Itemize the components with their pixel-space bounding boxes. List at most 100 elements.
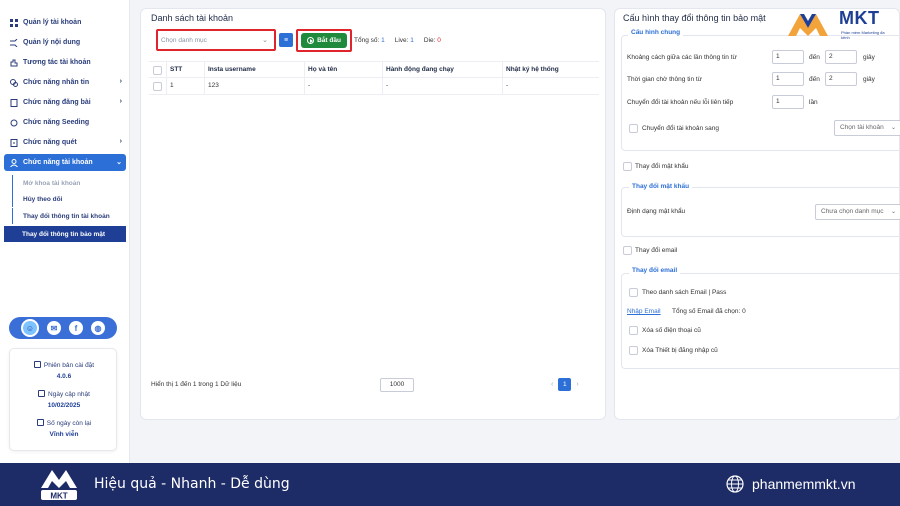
chevron-down-icon: ⌄ [116, 159, 122, 166]
version-value: 4.0.6 [56, 373, 72, 380]
sidebar-item-account-functions[interactable]: Chức năng tài khoản ⌄ [4, 154, 126, 171]
to-label: đến [809, 54, 820, 61]
sidebar-item-label: Chức năng nhân tin [23, 79, 90, 86]
social-links: ☺ ✉ f ◍ [9, 317, 117, 339]
switch-account-dropdown[interactable]: Chọn tài khoản ⌄ [834, 120, 900, 136]
select-all-checkbox[interactable] [153, 66, 162, 75]
unit-seconds: giây [863, 76, 875, 83]
support-icon[interactable]: ☺ [21, 319, 39, 337]
email-group-label: Thay đổi email [629, 267, 681, 274]
stat-live-value: 1 [410, 37, 414, 44]
sidebar-item-interaction[interactable]: Tương tác tài khoản [4, 54, 126, 71]
row-checkbox[interactable] [153, 82, 162, 91]
category-select[interactable]: Chọn danh mục ⌄ [156, 29, 276, 51]
page-size-select[interactable]: 1000 [380, 378, 414, 392]
stat-die-label: Die: [423, 37, 436, 44]
sidebar-item-posting[interactable]: Chức năng đăng bài › [4, 94, 126, 111]
play-icon [307, 37, 315, 44]
sidebar-item-label: Tương tác tài khoản [23, 59, 91, 66]
chevron-down-icon: ⌄ [890, 209, 896, 215]
wait-from-input[interactable]: 1 [772, 72, 804, 86]
switch-count-input[interactable]: 1 [772, 95, 804, 109]
hourglass-icon [36, 419, 44, 426]
sidebar-item-label: Chức năng đăng bài [23, 99, 91, 106]
table-cell: - [308, 82, 311, 89]
sub-item-change-security-info[interactable]: Thay đổi thông tin bảo mật [4, 226, 126, 242]
facebook-icon[interactable]: f [69, 321, 83, 335]
start-button-label: Bắt đầu [317, 37, 341, 44]
app-info-card: Phiên bản cài đặt 4.0.6 Ngày cập nhật 10… [9, 348, 117, 451]
chevron-right-icon: › [119, 138, 122, 145]
start-button[interactable]: Bắt đầu [301, 33, 347, 48]
filter-icon: ≡ [283, 36, 289, 44]
general-config-label: Cấu hình chung [628, 29, 684, 36]
sidebar-item-account-management[interactable]: Quản lý tài khoản [4, 14, 126, 31]
account-table: STT Insta username Họ và tên Hành động đ… [149, 61, 599, 95]
unit-times: lần [809, 99, 818, 106]
chevron-down-icon: ⌄ [890, 125, 896, 131]
sidebar-item-content-management[interactable]: Quản lý nội dung [4, 34, 126, 51]
remove-phone-label: Xóa số điện thoại cũ [642, 327, 701, 334]
to-label: đến [809, 76, 820, 83]
sub-item-unlock-account[interactable]: Mở khoa tài khoản [12, 175, 126, 191]
remove-device-label: Xóa Thiết bị đăng nhập cũ [642, 347, 718, 354]
sub-item-change-account-info[interactable]: Thay đổi thông tin tài khoản [12, 208, 126, 224]
globe-icon[interactable]: ◍ [91, 321, 105, 335]
chevron-down-icon: ⌄ [262, 37, 268, 44]
update-label: Ngày cập nhật [48, 391, 90, 398]
banner-slogan: Hiệu quả - Nhanh - Dễ dùng [94, 476, 290, 492]
sidebar-item-label: Chức năng quét [23, 139, 77, 146]
delay-from-input[interactable]: 1 [772, 50, 804, 64]
pagination: ‹ 1 › [551, 378, 579, 391]
wait-label: Thời gian chờ thông tin từ [627, 76, 703, 83]
column-header: STT [170, 66, 183, 73]
delay-to-input[interactable]: 2 [825, 50, 857, 64]
sidebar-item-scan[interactable]: Chức năng quét › [4, 134, 126, 151]
change-email-checkbox[interactable] [623, 246, 632, 255]
email-list-checkbox[interactable] [629, 288, 638, 297]
sub-item-label: Thay đổi thông tin bảo mật [22, 230, 106, 238]
stat-live-label: Live: [394, 37, 409, 44]
banner-logo-text: MKT [50, 492, 67, 501]
current-page-button[interactable]: 1 [558, 378, 572, 391]
install-icon [33, 361, 41, 368]
column-header: Họ và tên [308, 66, 338, 73]
document-icon [9, 98, 18, 107]
sidebar-item-seeding[interactable]: Chức năng Seeding [4, 114, 126, 131]
chevron-right-icon: › [119, 98, 122, 105]
sidebar-item-messaging[interactable]: Chức năng nhân tin › [4, 74, 126, 91]
remove-device-checkbox[interactable] [629, 346, 638, 355]
next-page-icon[interactable]: › [576, 381, 578, 388]
version-label-row: Phiên bản cài đặt [10, 361, 118, 369]
password-format-dropdown[interactable]: Chưa chọn danh mục ⌄ [815, 204, 900, 220]
sub-item-unfollow[interactable]: Hủy theo dõi [12, 191, 126, 207]
change-password-label: Thay đổi mật khẩu [635, 163, 689, 170]
password-format-label: Định dạng mật khẩu [627, 208, 686, 215]
stat-total: Tổng số: 1 [354, 37, 385, 44]
import-email-link[interactable]: Nhập Email [627, 308, 661, 315]
stat-die-value: 0 [437, 37, 441, 44]
change-password-checkbox[interactable] [623, 162, 632, 171]
update-label-row: Ngày cập nhật [10, 390, 118, 398]
mkt-logo: MKT Phần mềm Marketing đa kênh [786, 6, 892, 40]
password-format-dropdown-value: Chưa chọn danh mục [821, 208, 884, 215]
sidebar-item-label: Chức năng Seeding [23, 119, 90, 126]
version-label: Phiên bản cài đặt [43, 362, 95, 369]
switch-account-checkbox[interactable] [629, 124, 638, 133]
banner-website[interactable]: phanmemmkt.vn [752, 476, 855, 492]
column-header: Insta username [208, 66, 256, 73]
messenger-icon[interactable]: ✉ [47, 321, 61, 335]
remove-phone-checkbox[interactable] [629, 326, 638, 335]
account-stats: Tổng số: 1 Live: 1 Die: 0 [354, 37, 441, 44]
sidebar-item-label: Quản lý nội dung [23, 39, 81, 46]
filter-button[interactable]: ≡ [279, 33, 293, 47]
prev-page-icon[interactable]: ‹ [551, 381, 553, 388]
update-date: 10/02/2025 [47, 402, 81, 409]
days-label: Số ngày còn lại [46, 420, 92, 427]
globe-icon [726, 475, 744, 493]
sub-item-label: Mở khoa tài khoản [23, 179, 81, 187]
email-group [621, 273, 900, 369]
page-title: Danh sách tài khoản [151, 13, 234, 23]
table-row[interactable]: 1 123 - - - [149, 78, 599, 95]
wait-to-input[interactable]: 2 [825, 72, 857, 86]
